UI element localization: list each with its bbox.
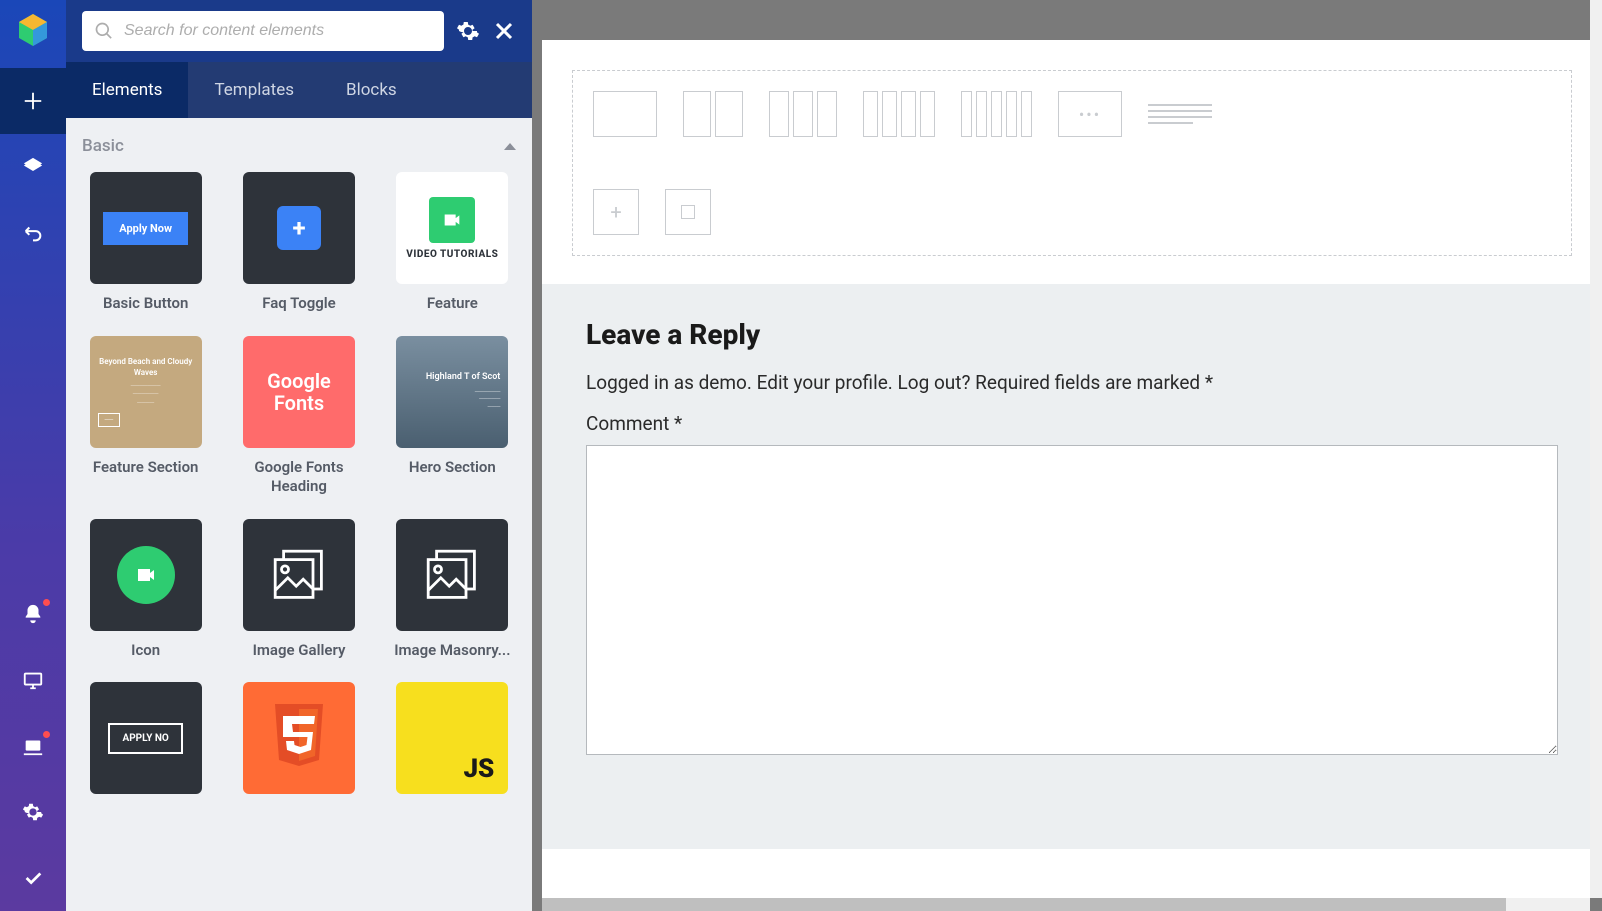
layout-2col[interactable] (683, 91, 743, 137)
left-rail (0, 0, 66, 911)
elements-panel: Elements Templates Blocks Basic Apply No… (66, 0, 532, 911)
card-label: Image Masonry... (394, 641, 510, 661)
video-icon (429, 197, 475, 243)
card-label: Faq Toggle (262, 294, 336, 314)
thumb-text-1: Google (267, 370, 331, 392)
layout-3col[interactable] (769, 91, 837, 137)
logo[interactable] (13, 10, 53, 50)
card-js[interactable]: JS (389, 682, 516, 794)
rail-undo[interactable] (0, 200, 66, 266)
layout-5col[interactable] (961, 91, 1032, 137)
rail-layers[interactable] (0, 134, 66, 200)
rail-preview[interactable] (0, 713, 66, 779)
thumb-text: Apply Now (103, 212, 188, 245)
card-basic-button[interactable]: Apply Now Basic Button (82, 172, 209, 314)
thumb-text: Highland T of Scot (426, 372, 501, 384)
elements-grid: Apply Now Basic Button + Faq Toggle VIDE… (82, 172, 516, 794)
card-google-fonts[interactable]: Google Fonts Google Fonts Heading (235, 336, 362, 497)
comment-label: Comment * (586, 412, 1558, 435)
search-input[interactable] (124, 22, 432, 40)
vertical-scrollbar[interactable] (1590, 0, 1602, 898)
rail-save[interactable] (0, 845, 66, 911)
section-basic-header[interactable]: Basic (82, 136, 516, 156)
card-label: Basic Button (103, 294, 188, 314)
masonry-icon (417, 540, 487, 610)
layout-add[interactable]: + (593, 189, 639, 235)
rail-desktop-view[interactable] (0, 647, 66, 713)
card-feature-section[interactable]: Beyond Beach and Cloudy Waves ──────────… (82, 336, 209, 497)
card-faq-toggle[interactable]: + Faq Toggle (235, 172, 362, 314)
card-outline-button[interactable]: APPLY NO (82, 682, 209, 794)
layout-4col[interactable] (863, 91, 935, 137)
card-label: Hero Section (409, 458, 496, 478)
card-feature[interactable]: VIDEO TUTORIALS Feature (389, 172, 516, 314)
rail-settings[interactable] (0, 779, 66, 845)
card-label: Icon (131, 641, 160, 661)
tab-templates[interactable]: Templates (188, 62, 320, 118)
thumb-text: JS (463, 754, 494, 784)
thumb-text-2: Fonts (274, 392, 324, 414)
layout-1col[interactable] (593, 91, 657, 137)
rail-notifications[interactable] (0, 581, 66, 647)
reply-meta: Logged in as demo. Edit your profile. Lo… (586, 371, 1558, 394)
chevron-up-icon (504, 143, 516, 150)
comment-textarea[interactable] (586, 445, 1558, 755)
close-panel-icon[interactable] (492, 19, 516, 43)
rail-add[interactable] (0, 68, 66, 134)
panel-settings-icon[interactable] (456, 19, 480, 43)
editor-canvas: ••• + Leave a Reply Logged in as demo. E… (532, 0, 1602, 911)
card-html5[interactable] (235, 682, 362, 794)
video-icon (117, 546, 175, 604)
card-label: Image Gallery (253, 641, 346, 661)
panel-header (66, 0, 532, 62)
reply-section: Leave a Reply Logged in as demo. Edit yo… (542, 284, 1602, 849)
gallery-icon (264, 540, 334, 610)
html5-icon (269, 704, 329, 772)
panel-tabs: Elements Templates Blocks (66, 62, 532, 118)
tab-blocks[interactable]: Blocks (320, 62, 423, 118)
card-icon[interactable]: Icon (82, 519, 209, 661)
search-wrap (82, 11, 444, 51)
layout-template[interactable] (665, 189, 711, 235)
card-label: Feature (427, 294, 478, 314)
canvas-inner[interactable]: ••• + Leave a Reply Logged in as demo. E… (542, 40, 1602, 898)
tab-elements[interactable]: Elements (66, 62, 188, 118)
thumb-text: APPLY NO (108, 723, 182, 754)
section-basic-title: Basic (82, 136, 124, 156)
horizontal-scrollbar[interactable] (542, 898, 1590, 911)
reply-heading: Leave a Reply (586, 318, 1558, 351)
layout-placeholder[interactable]: ••• + (572, 70, 1572, 256)
panel-body: Basic Apply Now Basic Button + Faq Toggl… (66, 118, 532, 911)
layout-text[interactable] (1148, 104, 1212, 124)
card-label: Google Fonts Heading (239, 458, 359, 497)
card-image-masonry[interactable]: Image Masonry... (389, 519, 516, 661)
search-icon (94, 21, 114, 41)
card-image-gallery[interactable]: Image Gallery (235, 519, 362, 661)
card-hero-section[interactable]: Highland T of Scot ────────────── Hero S… (389, 336, 516, 497)
card-label: Feature Section (93, 458, 199, 478)
thumb-text: VIDEO TUTORIALS (406, 249, 498, 260)
plus-icon: + (277, 206, 321, 250)
thumb-text: Beyond Beach and Cloudy Waves (98, 356, 194, 378)
layout-more[interactable]: ••• (1058, 91, 1122, 137)
